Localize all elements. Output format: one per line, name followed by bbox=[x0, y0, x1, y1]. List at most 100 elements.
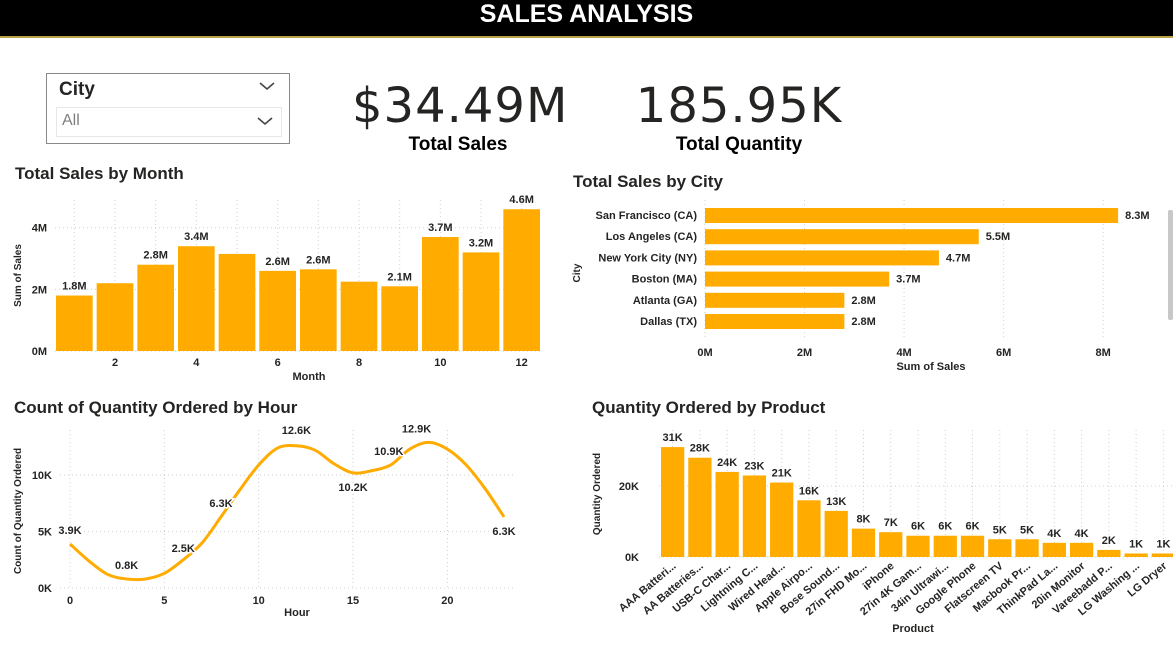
data-label: 4.6M bbox=[509, 194, 533, 206]
product-chart-title: Quantity Ordered by Product bbox=[592, 398, 826, 417]
data-label: 5K bbox=[993, 524, 1007, 536]
data-label: 31K bbox=[663, 432, 683, 444]
x-axis-title: Sum of Sales bbox=[896, 361, 965, 373]
data-label: 5K bbox=[1020, 524, 1034, 536]
kpi-label: Total Sales bbox=[408, 134, 508, 155]
x-tick-label: 6 bbox=[275, 357, 281, 369]
slicer-label: City bbox=[59, 79, 95, 100]
x-tick-label: 5 bbox=[161, 595, 167, 607]
sales-by-city-chart[interactable]: 0M 2M 4M 6M 8M San Francisco (CA) 8.3M Los Ange… bbox=[560, 195, 1168, 380]
bar bbox=[1042, 542, 1066, 557]
city-slicer[interactable]: City All bbox=[46, 73, 290, 144]
bar bbox=[906, 535, 930, 557]
bar bbox=[1124, 553, 1148, 557]
data-label: 3.2M bbox=[469, 237, 493, 249]
data-label: 3.7M bbox=[428, 222, 452, 234]
kpi-total-sales: $34.49M Total Sales bbox=[352, 78, 569, 156]
y-tick-label: 5K bbox=[38, 527, 52, 539]
y-tick-label: New York City (NY) bbox=[598, 252, 697, 264]
page-scrollbar[interactable] bbox=[1168, 210, 1173, 320]
x-tick-label: 8 bbox=[356, 357, 362, 369]
y-axis-title: City bbox=[572, 263, 583, 282]
bar bbox=[661, 447, 685, 557]
y-tick-label: Dallas (TX) bbox=[640, 316, 697, 328]
bar bbox=[851, 528, 876, 557]
data-label: 0.8K bbox=[115, 560, 138, 572]
data-label: 3.7M bbox=[896, 274, 920, 286]
y-axis-title: Count of Quantity Ordered bbox=[13, 448, 24, 574]
y-tick-label: 10K bbox=[32, 470, 52, 482]
data-label: 6K bbox=[965, 521, 979, 533]
data-label: 6.3K bbox=[209, 498, 232, 510]
x-tick-label: 0M bbox=[697, 347, 712, 359]
x-tick-label: 12 bbox=[516, 357, 528, 369]
bar bbox=[1097, 549, 1121, 557]
data-label: 4K bbox=[1075, 528, 1089, 540]
data-label: 6K bbox=[938, 521, 952, 533]
data-label: 8K bbox=[856, 514, 870, 526]
sales-by-month-chart[interactable]: 0M 2M 4M 1.8M 2.8M 3.4M 2.6M 2.6M 2.1M 3.7M 3.2M 4.… bbox=[0, 190, 560, 390]
data-label: 5.5M bbox=[986, 231, 1010, 243]
city-chart-title: Total Sales by City bbox=[573, 172, 723, 191]
data-label: 3.9K bbox=[58, 525, 81, 537]
x-tick-label: 10 bbox=[253, 595, 265, 607]
data-label: 21K bbox=[772, 468, 792, 480]
bar bbox=[705, 314, 845, 329]
y-tick-label: Atlanta (GA) bbox=[633, 295, 698, 307]
bar bbox=[688, 457, 712, 557]
x-axis-title: Hour bbox=[284, 607, 310, 619]
bar bbox=[137, 264, 174, 351]
x-axis-title: Product bbox=[892, 623, 934, 635]
x-tick-label: 15 bbox=[347, 595, 359, 607]
y-tick-label: San Francisco (CA) bbox=[596, 210, 698, 222]
y-tick-label: 20K bbox=[619, 481, 639, 493]
data-label: 24K bbox=[717, 457, 737, 469]
bar bbox=[381, 286, 418, 351]
y-tick-label: Los Angeles (CA) bbox=[606, 231, 698, 243]
data-label: 4.7M bbox=[946, 252, 970, 264]
x-tick-label: 2M bbox=[797, 347, 812, 359]
kpi-value: $34.49M bbox=[352, 78, 569, 134]
data-label: 4K bbox=[1047, 528, 1061, 540]
city-dropdown[interactable]: All bbox=[56, 107, 282, 137]
bar bbox=[715, 471, 739, 557]
month-chart-title: Total Sales by Month bbox=[15, 164, 184, 183]
y-tick-label: 0K bbox=[38, 583, 52, 595]
data-label: 10.2K bbox=[338, 482, 367, 494]
quantity-by-hour-chart[interactable]: 0K 5K 10K 0 5 10 15 20 3.9K 0.8K 2.5K 6.3K 12.6K 10.2… bbox=[0, 420, 560, 620]
bar bbox=[705, 271, 890, 287]
kpi-total-quantity: 185.95K Total Quantity bbox=[626, 78, 852, 156]
x-tick-label: 4M bbox=[896, 347, 911, 359]
kpi-value: 185.95K bbox=[635, 78, 843, 134]
x-tick-label: 8M bbox=[1096, 347, 1111, 359]
data-label: 2K bbox=[1102, 535, 1116, 547]
bar bbox=[988, 539, 1012, 557]
data-label: 7K bbox=[884, 517, 898, 529]
bar bbox=[705, 208, 1119, 223]
y-tick-label: 4M bbox=[32, 223, 47, 235]
bar bbox=[960, 535, 985, 557]
bar bbox=[178, 246, 215, 351]
x-tick-label: 6M bbox=[996, 347, 1011, 359]
data-label: 2.6M bbox=[265, 256, 289, 268]
bar bbox=[422, 236, 459, 351]
data-label: 6K bbox=[911, 521, 925, 533]
bar bbox=[259, 270, 296, 351]
data-label: 23K bbox=[744, 460, 764, 472]
data-label: 2.8M bbox=[143, 250, 167, 262]
data-label: 2.8M bbox=[851, 316, 875, 328]
quantity-by-product-chart[interactable]: 0K20K31KAAA Batteri...28KAA Batteries...… bbox=[560, 420, 1173, 645]
bar bbox=[503, 209, 540, 351]
data-label: 1.8M bbox=[62, 281, 86, 293]
bar bbox=[705, 250, 939, 266]
data-label: 10.9K bbox=[374, 446, 403, 458]
bar bbox=[300, 269, 337, 351]
data-label: 1K bbox=[1156, 538, 1170, 550]
bar bbox=[1069, 542, 1094, 557]
chevron-down-icon[interactable] bbox=[256, 115, 274, 127]
data-label: 2.1M bbox=[387, 271, 411, 283]
chevron-down-icon[interactable] bbox=[258, 80, 276, 92]
bar bbox=[56, 295, 93, 351]
data-label: 6.3K bbox=[492, 526, 515, 538]
bar bbox=[742, 475, 767, 557]
